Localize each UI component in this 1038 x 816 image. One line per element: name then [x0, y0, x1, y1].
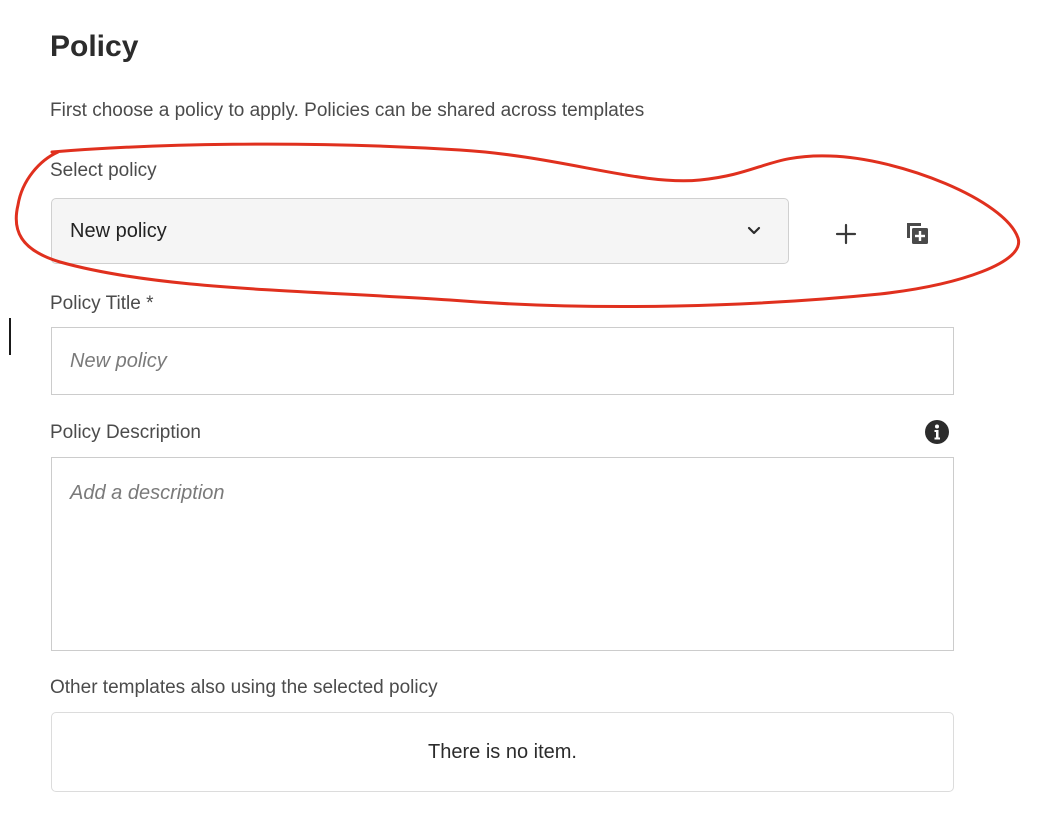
other-templates-list: There is no item.: [51, 712, 954, 792]
policy-intro-text: First choose a policy to apply. Policies…: [50, 100, 645, 121]
info-icon[interactable]: [924, 419, 950, 445]
policy-title-label: Policy Title *: [50, 293, 154, 314]
policy-description-label: Policy Description: [50, 422, 201, 443]
duplicate-add-icon: [903, 220, 931, 248]
other-templates-label: Other templates also using the selected …: [50, 677, 438, 698]
text-cursor: [9, 318, 11, 355]
plus-icon: [835, 223, 857, 245]
policy-title-placeholder: New policy: [70, 349, 167, 372]
chevron-down-icon: [746, 223, 762, 239]
select-policy-value: New policy: [70, 219, 167, 242]
policy-description-textarea[interactable]: Add a description: [51, 457, 954, 651]
select-policy-label: Select policy: [50, 160, 157, 181]
policy-description-placeholder: Add a description: [70, 482, 225, 504]
policy-page: Policy First choose a policy to apply. P…: [0, 0, 1038, 816]
copy-policy-button[interactable]: [897, 214, 937, 254]
add-policy-button[interactable]: [826, 214, 866, 254]
select-policy-dropdown[interactable]: New policy: [51, 198, 789, 264]
policy-title-input[interactable]: New policy: [51, 327, 954, 395]
empty-list-message: There is no item.: [428, 740, 577, 763]
page-title: Policy: [50, 30, 139, 63]
